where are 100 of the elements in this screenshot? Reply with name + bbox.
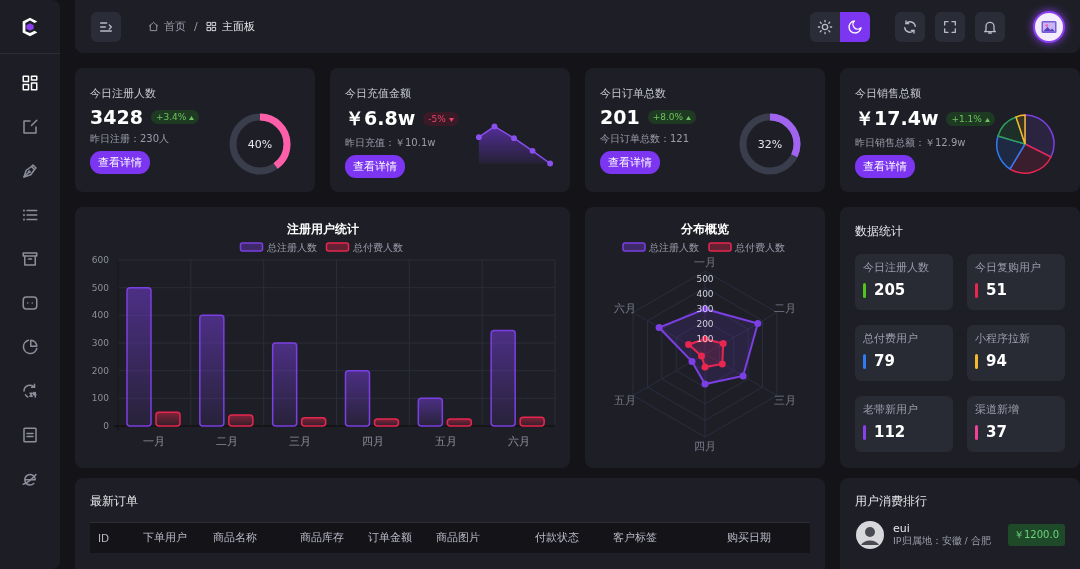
axis-tick-label: 100 [91,393,109,404]
refresh-icon [902,18,918,35]
panel-title: 用户消费排行 [855,493,928,510]
legend-label: 总付费人数 [352,242,403,253]
tile-label: 老带新用户 [863,403,919,417]
theme-button[interactable] [810,11,840,42]
card-subtext: 昨日注册：230人 [90,132,171,146]
axis-tick-label: 200 [696,319,714,329]
tile-value: 112 [874,423,906,441]
home-icon [148,21,159,32]
tile-label: 今日注册人数 [863,261,930,275]
change-badge: +1.1% [946,112,995,126]
card-subtext: 昨日充值：￥10.1w [345,136,437,150]
bar [228,414,254,427]
legend-label: 总付费人数 [735,242,785,253]
user-location: IP归属地：安徽 / 合肥 [893,535,992,548]
fullscreen-icon [942,18,958,35]
tile-value: 37 [986,423,1007,441]
change-badge: +8.0% [647,110,696,124]
tile-value: 51 [986,281,1007,299]
fullscreen-button[interactable] [935,11,965,42]
tile-value: 205 [874,281,906,299]
tile-value: 94 [986,352,1007,370]
ring-percentage: 40% [247,138,273,151]
card-value: 3428 [90,106,143,128]
chart-title: 注册用户统计 [286,222,359,236]
column-header: 付款状态 [534,531,580,545]
axis-category-label: 四月 [694,440,716,452]
progress-ring [739,113,801,175]
bar [155,411,181,427]
legend-label: 总注册人数 [266,242,317,253]
progress-ring [229,113,291,175]
sun-icon [817,18,833,35]
ring-percentage: 32% [757,138,783,151]
axis-category-label: 五月 [434,435,457,448]
user-name: eui [893,522,911,535]
bar [344,369,371,427]
chat-icon [21,294,39,312]
card-value: ￥6.8w [345,106,416,131]
down-triangle-icon [448,118,454,122]
tile-value: 79 [874,352,895,370]
axis-category-label: 五月 [614,394,637,406]
history-icon [21,382,39,400]
axis-category-label: 一月 [143,435,166,448]
card-title: 今日注册人数 [90,86,157,101]
tile-label: 今日复购用户 [975,261,1042,275]
notification-button[interactable] [975,11,1005,42]
column-header: ID [97,532,111,544]
user-avatar[interactable] [1033,10,1065,43]
bar [417,397,444,427]
change-badge: -5% [423,112,459,126]
refresh-button[interactable] [895,11,925,42]
bar [373,418,400,427]
details-button[interactable]: 查看详情 [90,151,150,174]
panel-title: 数据统计 [855,223,904,240]
breadcrumb-separator: / [194,20,198,33]
tile-label: 小程序拉新 [975,332,1031,346]
up-triangle-icon [685,116,691,120]
change-badge: +3.4% [150,110,200,124]
pen-icon [21,162,39,180]
tile-label: 总付费用户 [863,332,919,346]
axis-tick-label: 600 [91,255,109,265]
axis-tick-label: 500 [91,282,109,293]
axis-tick-label: 0 [103,421,109,431]
column-header: 订单金额 [367,531,413,545]
sidebar-toggle-button[interactable] [91,11,121,42]
user-avatar [855,520,885,550]
card-value: 201 [600,106,640,128]
amount-badge: ￥1200.0 [1008,524,1065,546]
axis-tick-label: 400 [696,289,714,299]
document-icon [21,426,39,444]
axis-tick-label: 500 [696,274,714,284]
column-header: 商品库存 [299,531,345,545]
moon-icon [847,18,863,35]
axis-category-label: 三月 [289,435,312,448]
card-value: ￥17.4w [855,106,939,131]
details-button[interactable]: 查看详情 [855,155,915,178]
details-button[interactable]: 查看详情 [345,155,405,178]
up-triangle-icon [189,116,195,120]
axis-category-label: 二月 [216,435,239,448]
column-header: 购买日期 [726,531,772,545]
axis-category-label: 二月 [773,302,796,314]
details-button[interactable]: 查看详情 [600,151,660,174]
card-title: 今日销售总额 [855,86,922,101]
axis-tick-label: 200 [91,365,109,376]
breadcrumb-link[interactable]: 首页 [164,19,186,34]
panel-title: 最新订单 [90,493,139,510]
axis-category-label: 一月 [694,256,716,268]
up-triangle-icon [984,118,990,122]
bar [300,416,327,427]
column-header: 商品图片 [435,531,481,545]
card-title: 今日订单总数 [600,86,667,101]
legend-label: 总注册人数 [649,242,699,253]
edit-icon [21,118,39,136]
pie-chart-drawing [994,113,1056,175]
theme-button[interactable] [840,11,870,42]
grid-icon [205,21,217,32]
axis-tick-label: 400 [91,310,109,321]
bar [446,418,473,427]
breadcrumb-link[interactable]: 主面板 [221,19,255,34]
